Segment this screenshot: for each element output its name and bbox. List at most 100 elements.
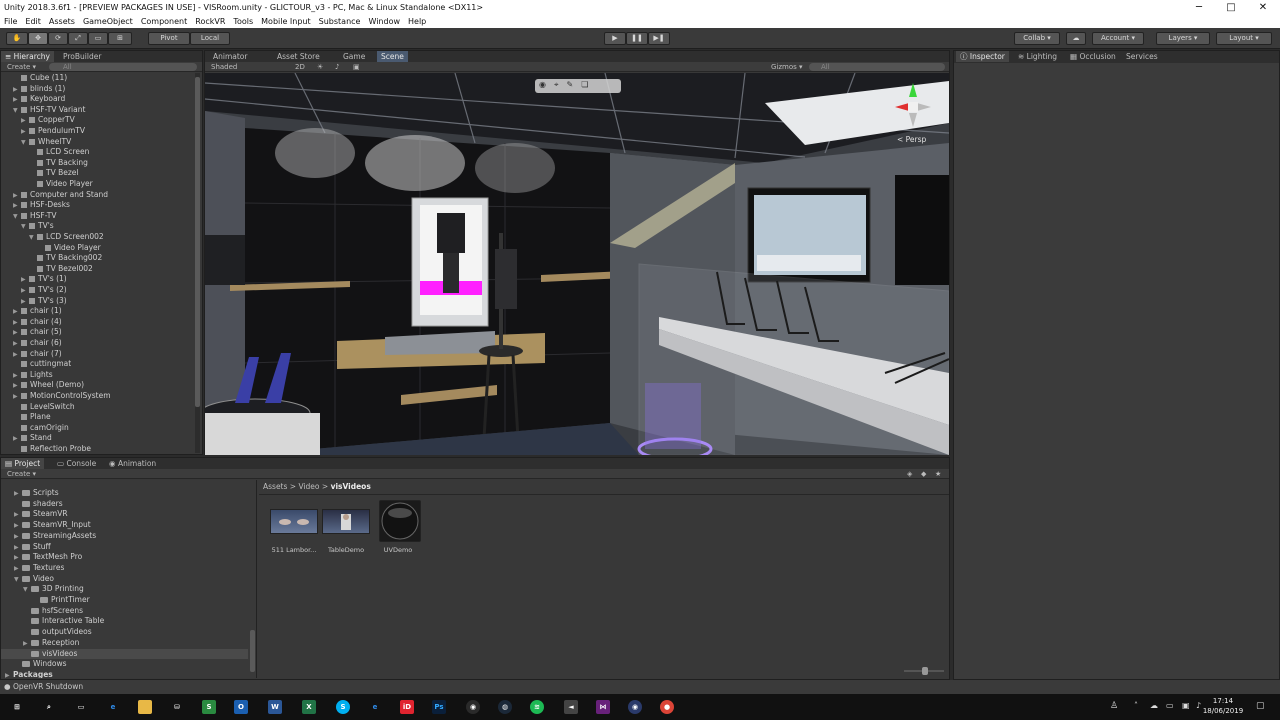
tab-project[interactable]: ▤ Project [1, 458, 45, 469]
menu-tools[interactable]: Tools [229, 17, 257, 26]
project-folder-item[interactable]: Interactive Table [23, 616, 248, 627]
hierarchy-create-button[interactable]: Create ▾ [7, 62, 36, 72]
hierarchy-item[interactable]: ▶ chair (5) [13, 327, 62, 337]
layout-dropdown[interactable]: Layout ▾ [1216, 32, 1272, 45]
menu-help[interactable]: Help [404, 17, 430, 26]
start-icon[interactable]: ⊞ [10, 700, 24, 714]
task-view-icon[interactable]: ▭ [74, 700, 88, 714]
hierarchy-item[interactable]: ▶ Lights [13, 370, 53, 380]
file-explorer-icon[interactable] [138, 700, 152, 714]
scale-tool-icon[interactable]: ⤢ [68, 32, 88, 45]
project-folder-item[interactable]: ▼ 3D Printing [23, 584, 248, 595]
project-folder-item[interactable]: ▶ SteamVR [14, 509, 248, 520]
lighting-toggle-icon[interactable]: ☀ [317, 62, 323, 72]
ie-icon[interactable]: e [368, 700, 382, 714]
expand-right-icon[interactable]: ▶ [21, 275, 29, 285]
expand-right-icon[interactable]: ▶ [13, 434, 21, 444]
hierarchy-item[interactable]: Plane [13, 412, 51, 422]
hierarchy-item[interactable]: ▼ HSF-TV [13, 211, 56, 221]
hierarchy-item[interactable]: Video Player [37, 243, 101, 253]
expand-right-icon[interactable]: ▶ [21, 127, 29, 137]
chrome-icon[interactable]: ● [660, 700, 674, 714]
battery-icon[interactable]: ▭ [1166, 701, 1174, 710]
step-button[interactable]: ▶❚ [648, 32, 670, 45]
expand-right-icon[interactable]: ▶ [13, 371, 21, 381]
cloud-icon[interactable]: ☁ [1066, 32, 1086, 45]
tab-animation[interactable]: ◉ Animation [105, 458, 160, 469]
expand-right-icon[interactable]: ▶ [13, 328, 21, 338]
project-folder-item[interactable]: PrintTimer [32, 595, 248, 606]
hierarchy-item[interactable]: ▶ CopperTV [21, 115, 75, 125]
project-folder-item[interactable]: ▶ Reception [23, 638, 248, 649]
network-icon[interactable]: ▣ [1182, 701, 1190, 710]
favorite-icon[interactable]: ★ [935, 469, 941, 479]
tab-services[interactable]: Services [1122, 51, 1162, 62]
menu-assets[interactable]: Assets [45, 17, 79, 26]
people-icon[interactable]: ♙ [1110, 701, 1118, 711]
transform-tool-icon[interactable]: ⊞ [108, 32, 132, 45]
menu-gameobject[interactable]: GameObject [79, 17, 137, 26]
menu-component[interactable]: Component [137, 17, 191, 26]
hierarchy-item[interactable]: ▼ TV's [21, 221, 54, 231]
hierarchy-item[interactable]: TV Bezel002 [29, 264, 93, 274]
project-folder-item[interactable]: ▶ Stuff [14, 542, 248, 553]
expand-down-icon[interactable]: ▼ [21, 138, 29, 148]
tab-game[interactable]: Game [339, 51, 369, 62]
close-button[interactable]: ✕ [1248, 0, 1278, 15]
status-message[interactable]: OpenVR Shutdown [13, 682, 83, 691]
breadcrumb-assets[interactable]: Assets [263, 482, 287, 491]
project-folder-item[interactable]: visVideos [1, 648, 248, 660]
indesign-icon[interactable]: iD [400, 700, 414, 714]
expand-right-icon[interactable]: ▶ [13, 201, 21, 211]
scene-overlay-tools-icon[interactable]: ◉⌖✎❏ [539, 80, 619, 92]
project-folder-item[interactable]: outputVideos [23, 627, 248, 638]
tab-occlusion[interactable]: ▦ Occlusion [1066, 51, 1120, 62]
hierarchy-item[interactable]: ▶ Stand [13, 433, 52, 443]
hierarchy-item[interactable]: Reflection Probe [13, 444, 91, 454]
hierarchy-item[interactable]: ▶ HSF-Desks [13, 200, 70, 210]
expand-right-icon[interactable]: ▶ [13, 381, 21, 391]
menu-file[interactable]: File [0, 17, 21, 26]
steamvr-icon[interactable]: ◉ [466, 700, 480, 714]
hierarchy-item[interactable]: LevelSwitch [13, 402, 75, 412]
effects-toggle-icon[interactable]: ▣ [353, 62, 360, 72]
notifications-icon[interactable]: ▢ [1256, 701, 1265, 711]
expand-right-icon[interactable]: ▶ [21, 297, 29, 307]
hierarchy-item[interactable]: ▶ TV's (1) [21, 274, 67, 284]
hierarchy-item[interactable]: ▶ Keyboard [13, 94, 65, 104]
project-folder-item[interactable]: Windows [14, 659, 248, 670]
hierarchy-item[interactable]: ▶ TV's (2) [21, 285, 67, 295]
menu-rockvr[interactable]: RockVR [191, 17, 229, 26]
expand-right-icon[interactable]: ▶ [21, 286, 29, 296]
hierarchy-item[interactable]: TV Bezel [29, 168, 79, 178]
edge-browser-icon[interactable]: e [106, 700, 120, 714]
word-icon[interactable]: W [268, 700, 282, 714]
expand-down-icon[interactable]: ▼ [13, 212, 21, 222]
visual-studio-icon[interactable]: ⋈ [596, 700, 610, 714]
outlook-icon[interactable]: O [234, 700, 248, 714]
spotify-icon[interactable]: ≋ [530, 700, 544, 714]
tab-lighting[interactable]: ≋ Lighting [1014, 51, 1061, 62]
hierarchy-item[interactable]: ▶ chair (4) [13, 317, 62, 327]
expand-right-icon[interactable]: ▶ [13, 339, 21, 349]
hierarchy-item[interactable]: ▶ chair (6) [13, 338, 62, 348]
hierarchy-item[interactable]: ▶ PendulumTV [21, 126, 85, 136]
hierarchy-item[interactable]: ▶ TV's (3) [21, 296, 67, 306]
scene-viewport[interactable]: ◉⌖✎❏ < Persp [205, 73, 949, 455]
play-button[interactable]: ▶ [604, 32, 626, 45]
tray-chevron-icon[interactable]: ˄ [1134, 701, 1138, 710]
hierarchy-item[interactable]: ▶ MotionControlSystem [13, 391, 111, 401]
steam-icon[interactable]: ◍ [498, 700, 512, 714]
asset-zoom-slider[interactable] [904, 667, 944, 675]
hand-tool-icon[interactable]: ✋ [6, 32, 28, 45]
hierarchy-item[interactable]: ▼ WheelTV [21, 137, 71, 147]
project-create-button[interactable]: Create ▾ [7, 469, 36, 479]
project-folder-item[interactable]: hsfScreens [23, 606, 248, 617]
project-tree-scrollbar[interactable] [250, 630, 255, 672]
expand-right-icon[interactable]: ▶ [21, 116, 29, 126]
search-by-type-icon[interactable]: ◈ [907, 469, 912, 479]
expand-down-icon[interactable]: ▼ [23, 585, 31, 596]
pivot-toggle[interactable]: Pivot [148, 32, 190, 45]
clock[interactable]: 17:14 18/06/2019 [1200, 696, 1246, 716]
expand-right-icon[interactable]: ▶ [13, 95, 21, 105]
